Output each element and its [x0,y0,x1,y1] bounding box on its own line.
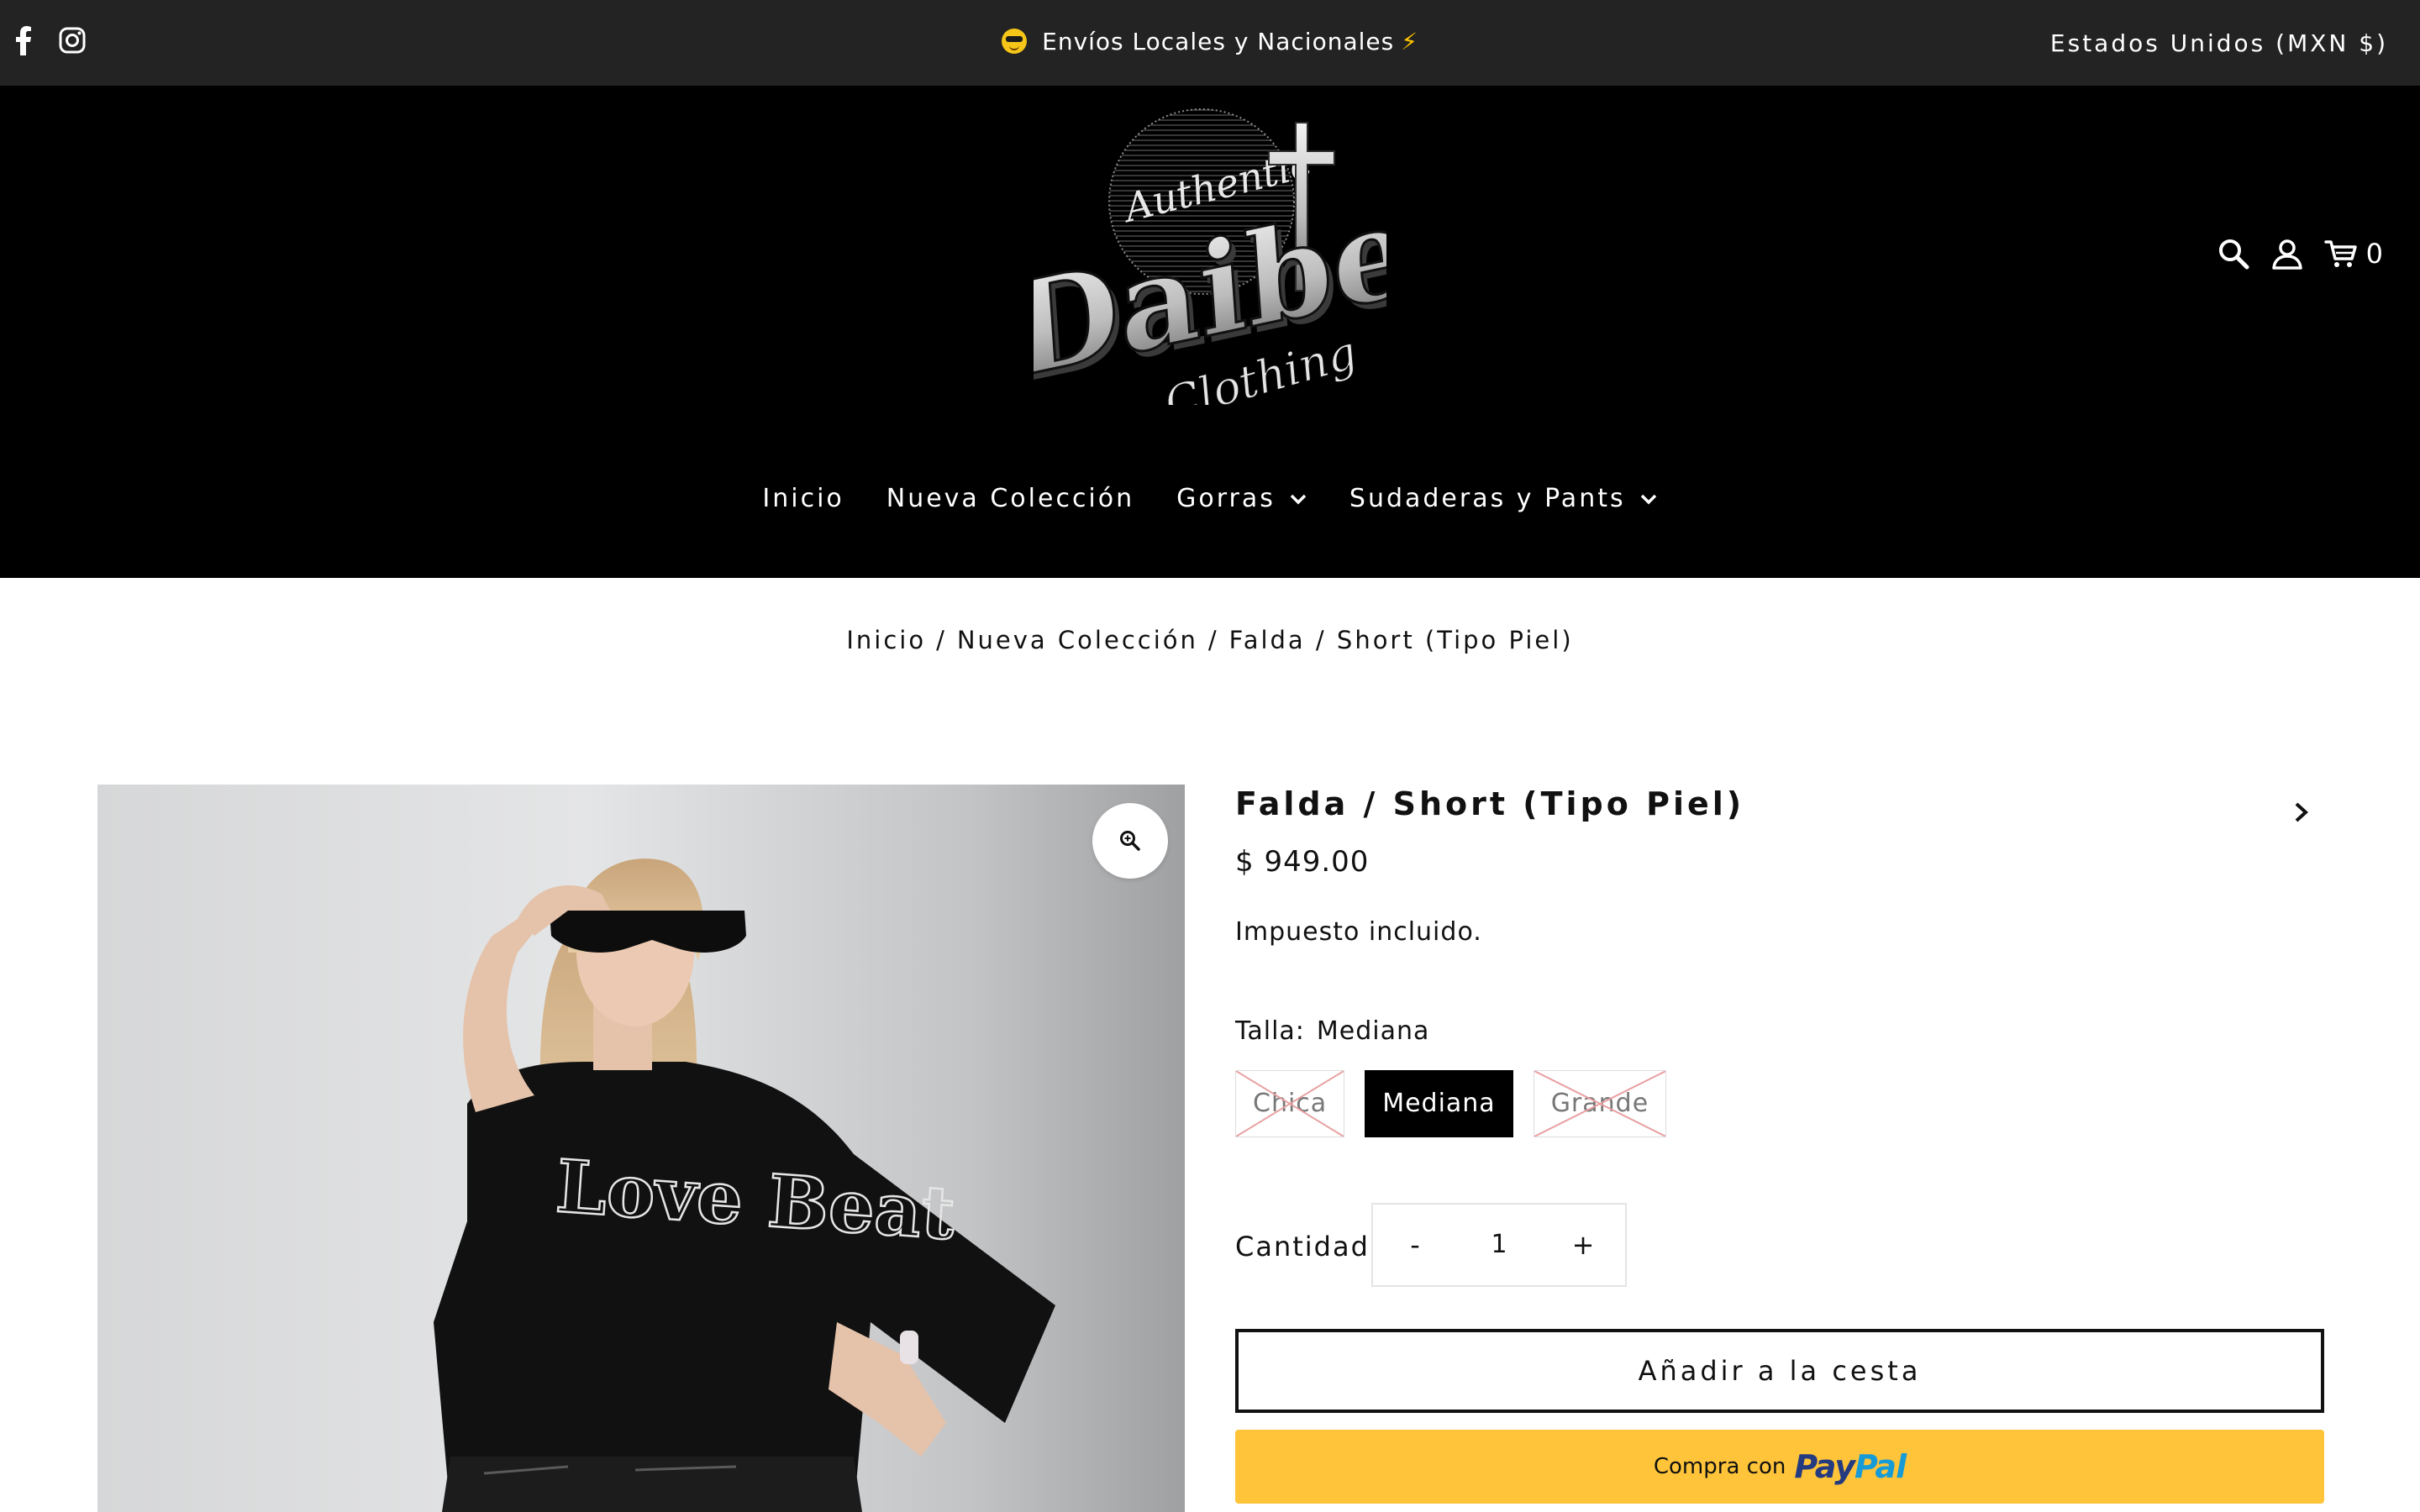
nav-item-sudaderas-pants[interactable]: Sudaderas y Pants [1349,474,1658,524]
breadcrumb-home-link[interactable]: Inicio [846,626,926,654]
quantity-increase-button[interactable]: + [1541,1205,1625,1285]
breadcrumb-separator: / [1207,626,1219,654]
announcement-bar: Envíos Locales y Nacionales ⚡ Estados Uni… [0,0,2420,86]
paypal-logo: PayPal [1794,1430,1907,1504]
size-option-chica[interactable]: Chica [1235,1070,1345,1137]
sold-out-cross-icon [1236,1071,1344,1137]
nav-label: Sudaderas y Pants [1349,484,1626,513]
search-icon[interactable] [2217,237,2250,270]
sunglasses-emoji-icon [1002,29,1028,54]
cart-count[interactable]: 0 [2366,237,2383,270]
chevron-down-icon [1640,494,1656,505]
product-title: Falda / Short (Tipo Piel) [1235,785,1745,822]
account-icon[interactable] [2270,237,2304,270]
zoom-icon [1120,831,1140,851]
nav-item-inicio[interactable]: Inicio [762,474,844,524]
quantity-stepper: - 1 + [1371,1203,1627,1287]
product-image-gallery[interactable]: Love Beat [97,785,1185,1512]
product-photo: Love Beat [97,785,1185,1512]
quantity-input[interactable]: 1 [1457,1205,1541,1285]
size-selected-value: Mediana [1316,1016,1430,1046]
size-option-grande[interactable]: Grande [1533,1070,1667,1137]
tax-note: Impuesto incluido. [1235,917,1482,947]
announcement-label: Envíos Locales y Nacionales [1042,28,1395,55]
add-to-cart-button[interactable]: Añadir a la cesta [1235,1329,2324,1413]
paypal-prefix: Compra con [1653,1454,1786,1479]
nav-label: Inicio [762,484,844,513]
header-icons: 0 [2217,234,2383,274]
store-logo[interactable]: Authentic Daibeat Daibeat Clothing [1034,102,1386,405]
breadcrumb-separator: / [936,626,947,654]
lightning-icon: ⚡ [1401,28,1418,55]
size-label: Talla: Mediana [1235,1013,1429,1050]
chevron-down-icon [1290,494,1307,505]
size-options: Chica Mediana Grande [1235,1070,1667,1137]
sold-out-cross-icon [1534,1071,1665,1137]
nav-label: Gorras [1176,484,1276,513]
paypal-logo-pal: Pal [1854,1448,1907,1485]
site-header: Authentic Daibeat Daibeat Clothing 0 Ini… [0,86,2420,578]
breadcrumb-collection-link[interactable]: Nueva Colección [957,626,1198,654]
next-product-chevron-icon[interactable] [2291,800,2312,825]
zoom-button[interactable] [1092,803,1168,879]
breadcrumb-current: Falda / Short (Tipo Piel) [1228,626,1574,654]
quantity-label: Cantidad [1235,1231,1370,1263]
breadcrumb: Inicio / Nueva Colección / Falda / Short (Ti… [0,620,2420,660]
size-label-text: Talla: [1235,1016,1305,1046]
product-price: $ 949.00 [1235,845,1370,879]
main-nav: Inicio Nueva Colección Gorras Sudaderas … [0,474,2420,524]
cart-icon[interactable] [2323,237,2358,270]
nav-item-nueva-coleccion[interactable]: Nueva Colección [886,474,1134,524]
paypal-button[interactable]: Compra con PayPal [1235,1430,2324,1504]
paypal-logo-pay: Pay [1794,1448,1855,1485]
currency-selector[interactable]: Estados Unidos (MXN $) [2050,25,2388,62]
size-option-mediana[interactable]: Mediana [1365,1070,1513,1137]
nav-item-gorras[interactable]: Gorras [1176,474,1307,524]
nav-label: Nueva Colección [886,484,1135,513]
quantity-decrease-button[interactable]: - [1373,1205,1457,1285]
size-option-label: Mediana [1382,1089,1496,1118]
